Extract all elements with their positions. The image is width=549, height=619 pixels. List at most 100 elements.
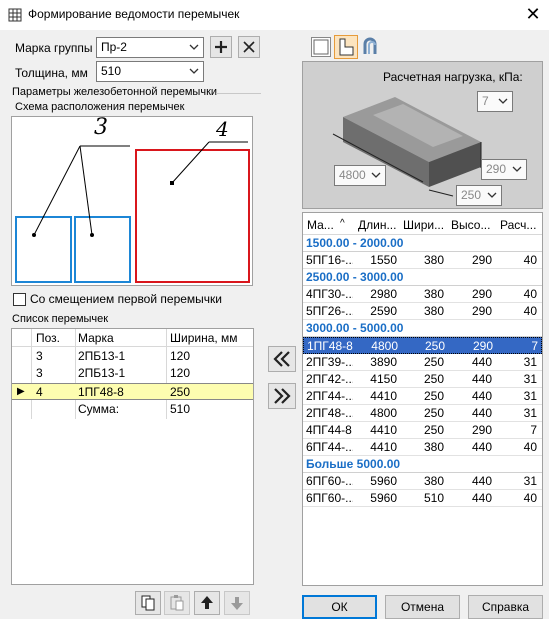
catalog-row[interactable]: 6ПГ60-... 5960 380 440 31 (303, 473, 542, 490)
catalog-group-row[interactable]: 1500.00 - 2000.00 (303, 235, 542, 252)
catalog-cell: 250 (423, 423, 444, 437)
catalog-row-selected[interactable]: 1ПГ48-8 4800 250 290 7 (303, 337, 542, 354)
catalog-cell: 290 (471, 423, 492, 437)
chevron-down-icon (371, 172, 381, 178)
lintel-preview: Расчетная нагрузка, кПа: 7 4800 290 250 (302, 61, 543, 209)
catalog-grid[interactable]: Ма... ^ Длин... Шири... Высо... Расч... … (302, 212, 543, 586)
catalog-cell: 40 (523, 440, 537, 454)
list-header: Поз. Марка Ширина, мм (12, 329, 253, 347)
catalog-cell: 6ПГ60-... (306, 474, 353, 488)
catalog-row[interactable]: 4ПГ44-8 4410 250 290 7 (303, 422, 542, 439)
catalog-row[interactable]: 5ПГ16-... 1550 380 290 40 (303, 252, 542, 269)
copy-button[interactable] (135, 591, 161, 615)
cancel-button[interactable]: Отмена (385, 595, 460, 619)
help-button[interactable]: Справка (468, 595, 543, 619)
view-3d-button[interactable] (360, 37, 382, 57)
catalog-cell: 2590 (370, 304, 397, 318)
list-row[interactable]: 3 2ПБ13-1 120 (12, 365, 253, 381)
add-to-list-button[interactable] (268, 346, 296, 372)
catalog-cell: 4410 (370, 389, 397, 403)
catalog-cell: 31 (523, 355, 537, 369)
catalog-row[interactable]: 4ПГ30-... 2980 380 290 40 (303, 286, 542, 303)
add-group-button[interactable] (210, 36, 232, 58)
title-bar: Формирование ведомости перемычек ✕ (0, 0, 549, 30)
list-sum-row: Сумма: 510 (12, 401, 253, 417)
catalog-cell: 6ПГ44-... (306, 440, 353, 454)
col-width[interactable]: Шири... (403, 218, 444, 232)
chevron-down-icon (512, 166, 522, 172)
catalog-group-row[interactable]: Больше 5000.00 (303, 456, 542, 473)
lintel-3d-model (332, 97, 482, 197)
paste-button[interactable] (164, 591, 190, 615)
catalog-cell: 40 (523, 491, 537, 505)
window-title: Формирование ведомости перемычек (28, 7, 240, 21)
leader-line (79, 145, 93, 236)
catalog-cell: 250 (423, 389, 444, 403)
thickness-select[interactable]: 510 (96, 61, 204, 82)
catalog-group-row[interactable]: 2500.00 - 3000.00 (303, 269, 542, 286)
close-button[interactable]: ✕ (523, 4, 543, 24)
catalog-cell: 40 (523, 287, 537, 301)
cell-mark: 2ПБ13-1 (78, 366, 126, 380)
catalog-cell: 380 (423, 304, 444, 318)
catalog-cell: 2ПГ39-... (306, 355, 353, 369)
view-lshape-button[interactable] (334, 35, 358, 59)
offset-checkbox-label: Со смещением первой перемычки (30, 292, 222, 306)
catalog-cell: 4ПГ30-... (306, 287, 353, 301)
cell-mark: 2ПБ13-1 (78, 349, 126, 363)
move-up-button[interactable] (194, 591, 220, 615)
catalog-cell: 2ПГ48-... (306, 406, 353, 420)
lintel-list-grid[interactable]: Поз. Марка Ширина, мм 3 2ПБ13-1 120 3 2П… (11, 328, 254, 585)
col-width[interactable]: Ширина, мм (170, 329, 253, 347)
catalog-row[interactable]: 2ПГ48-... 4800 250 440 31 (303, 405, 542, 422)
remove-group-button[interactable] (238, 36, 260, 58)
copy-icon (141, 595, 155, 611)
sum-label: Сумма: (78, 402, 120, 416)
remove-from-list-button[interactable] (268, 383, 296, 409)
catalog-row[interactable]: 6ПГ44-... 4410 380 440 40 (303, 439, 542, 456)
ok-button[interactable]: ОК (302, 595, 377, 619)
length-select[interactable]: 4800 (334, 165, 386, 186)
offset-checkbox[interactable] (13, 293, 26, 306)
length-value: 4800 (339, 168, 366, 182)
catalog-row[interactable]: 6ПГ60-... 5960 510 440 40 (303, 490, 542, 507)
cell-width: 250 (170, 385, 191, 399)
lintel-frame-4 (135, 149, 250, 283)
catalog-group-row[interactable]: 3000.00 - 5000.00 (303, 320, 542, 337)
col-height[interactable]: Высо... (451, 218, 490, 232)
catalog-cell: 40 (523, 304, 537, 318)
width-select[interactable]: 250 (456, 185, 502, 206)
move-down-button[interactable] (224, 591, 250, 615)
catalog-cell: 250 (423, 406, 444, 420)
profile-3d-icon (363, 37, 377, 54)
arrow-up-icon (201, 596, 213, 609)
cell-pos: 4 (36, 385, 43, 399)
catalog-cell: 440 (471, 389, 492, 403)
height-select[interactable]: 290 (481, 159, 527, 180)
list-row[interactable]: 3 2ПБ13-1 120 (12, 348, 253, 364)
catalog-cell: 2ПГ42-... (306, 372, 353, 386)
group-border (216, 93, 261, 94)
catalog-row[interactable]: 2ПГ44-... 4410 250 440 31 (303, 388, 542, 405)
col-length[interactable]: Длин... (358, 218, 396, 232)
lintel-frame-3b (74, 216, 131, 283)
col-mark[interactable]: Ма... (307, 218, 334, 232)
col-load[interactable]: Расч... (500, 218, 536, 232)
catalog-row[interactable]: 2ПГ42-... 4150 250 440 31 (303, 371, 542, 388)
double-chevron-right-icon (274, 388, 291, 404)
close-icon (243, 41, 255, 53)
col-pos[interactable]: Поз. (36, 329, 76, 347)
list-row-selected[interactable]: ▶ 4 1ПГ48-8 250 (12, 383, 253, 400)
catalog-cell: 7 (531, 339, 538, 353)
col-mark[interactable]: Марка (78, 329, 168, 347)
thickness-label: Толщина, мм (15, 66, 88, 80)
catalog-cell: 5960 (370, 474, 397, 488)
cell-pos: 3 (36, 366, 43, 380)
scheme-label: Схема расположения перемычек (15, 101, 185, 113)
catalog-row[interactable]: 2ПГ39-... 3890 250 440 31 (303, 354, 542, 371)
catalog-row[interactable]: 5ПГ26-... 2590 380 290 40 (303, 303, 542, 320)
view-rect-button[interactable] (311, 37, 331, 57)
group-select[interactable]: Пр-2 (96, 37, 204, 58)
arrow-down-icon (231, 597, 243, 610)
paste-icon (170, 595, 184, 611)
